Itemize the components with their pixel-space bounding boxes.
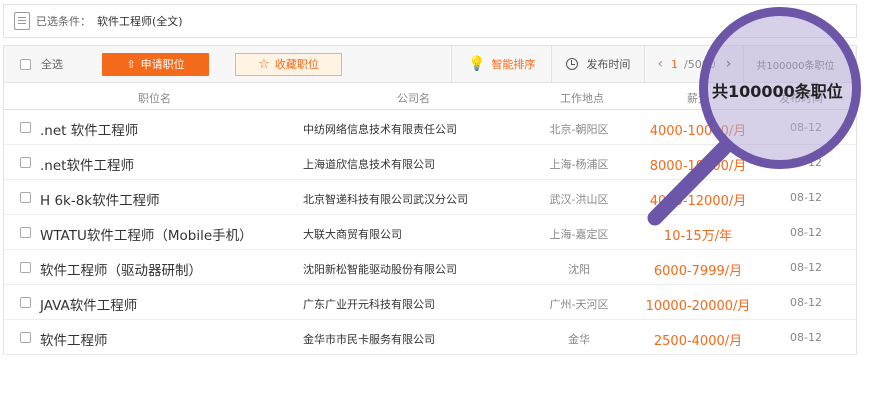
table-row: 软件工程师 金华市市民卡服务有限公司 金华 2500-4000/月 08-12 (3, 320, 857, 355)
column-salary: 薪资 (687, 92, 709, 105)
job-title-link[interactable]: .net软件工程师 (40, 154, 134, 174)
favorite-button[interactable]: ☆ 收藏职位 (235, 52, 342, 76)
chevron-right-icon[interactable]: › (726, 56, 732, 72)
filter-label: 已选条件： (36, 15, 91, 28)
column-header: 职位名 公司名 工作地点 薪资 发布时间 (3, 83, 857, 110)
job-location: 广州-天河区 (549, 298, 609, 311)
chevron-left-icon[interactable]: ‹ (657, 56, 663, 72)
column-location: 工作地点 (560, 92, 604, 105)
job-location: 上海-嘉定区 (549, 228, 609, 241)
job-salary: 2500-4000/月 (653, 334, 743, 349)
job-title-link[interactable]: .net 软件工程师 (40, 119, 138, 139)
job-date: 08-12 (790, 226, 822, 239)
company-link[interactable]: 沈阳新松智能驱动股份有限公司 (303, 261, 457, 277)
smart-sort-label: 智能排序 (491, 58, 536, 71)
star-icon: ☆ (258, 56, 270, 72)
job-date: 08-12 (790, 261, 822, 274)
job-location: 北京-朝阳区 (549, 123, 609, 136)
column-date: 发布时间 (779, 92, 823, 105)
row-checkbox[interactable] (20, 227, 31, 238)
favorite-button-label: 收藏职位 (274, 58, 319, 71)
row-checkbox[interactable] (20, 157, 31, 168)
job-title-link[interactable]: H 6k-8k软件工程师 (40, 189, 160, 209)
table-row: WTATU软件工程师（Mobile手机） 大联大商贸有限公司 上海-嘉定区 10… (3, 215, 857, 250)
job-salary: 4000-12000/月 (649, 194, 747, 209)
upload-icon: ⇧ (126, 57, 136, 71)
company-link[interactable]: 北京智递科技有限公司武汉分公司 (303, 191, 468, 207)
table-row: 软件工程师（驱动器研制） 沈阳新松智能驱动股份有限公司 沈阳 6000-7999… (3, 250, 857, 285)
row-checkbox[interactable] (20, 332, 31, 343)
apply-button-label: 申请职位 (140, 58, 185, 71)
filter-icon (14, 12, 30, 30)
publish-time-sort-button[interactable]: 发布时间 (551, 46, 644, 82)
job-date: 08-12 (790, 296, 822, 309)
job-location: 沈阳 (568, 263, 590, 276)
job-date: 08-12 (790, 156, 822, 169)
filter-bar: 已选条件： 软件工程师(全文) (3, 4, 857, 38)
company-link[interactable]: 上海道欣信息技术有限公司 (303, 156, 435, 172)
table-row: JAVA软件工程师 广东广业开元科技有限公司 广州-天河区 10000-2000… (3, 285, 857, 320)
company-link[interactable]: 大联大商贸有限公司 (303, 226, 402, 242)
select-all-checkbox[interactable] (20, 58, 31, 70)
smart-sort-button[interactable]: 💡 智能排序 (451, 46, 551, 82)
column-company: 公司名 (397, 92, 430, 105)
publish-time-label: 发布时间 (586, 58, 631, 71)
bulb-icon: 💡 (468, 56, 486, 72)
job-salary: 8000-10000/月 (649, 159, 747, 174)
table-row: .net软件工程师 上海道欣信息技术有限公司 上海-杨浦区 8000-10000… (3, 145, 857, 180)
row-checkbox[interactable] (20, 192, 31, 203)
job-title-link[interactable]: 软件工程师 (40, 329, 108, 349)
page-current: 1 (671, 57, 679, 71)
job-salary: 4000-10000/月 (649, 124, 747, 139)
company-link[interactable]: 中纺网络信息技术有限责任公司 (303, 121, 457, 137)
job-date: 08-12 (790, 121, 822, 134)
table-row: H 6k-8k软件工程师 北京智递科技有限公司武汉分公司 武汉-洪山区 4000… (3, 180, 857, 215)
job-title-link[interactable]: 软件工程师（驱动器研制） (40, 259, 202, 279)
toolbar: 全选 ⇧ 申请职位 ☆ 收藏职位 💡 智能排序 发布时间 ‹ 1 /5000 ›… (3, 45, 857, 83)
company-link[interactable]: 广东广业开元科技有限公司 (303, 296, 435, 312)
page-total: /5000 (684, 57, 716, 71)
job-title-link[interactable]: JAVA软件工程师 (40, 294, 137, 314)
job-title-link[interactable]: WTATU软件工程师（Mobile手机） (40, 224, 253, 244)
job-location: 金华 (568, 333, 590, 346)
filter-value[interactable]: 软件工程师(全文) (97, 13, 183, 29)
apply-button[interactable]: ⇧ 申请职位 (102, 52, 209, 76)
row-checkbox[interactable] (20, 297, 31, 308)
job-salary: 10000-20000/月 (645, 299, 751, 314)
select-all-label: 全选 (41, 58, 63, 71)
select-all[interactable]: 全选 (4, 56, 102, 72)
total-count: 共100000条职位 (743, 46, 835, 82)
company-link[interactable]: 金华市市民卡服务有限公司 (303, 331, 435, 347)
row-checkbox[interactable] (20, 262, 31, 273)
job-date: 08-12 (790, 191, 822, 204)
table-row: .net 软件工程师 中纺网络信息技术有限责任公司 北京-朝阳区 4000-10… (3, 110, 857, 145)
pager: ‹ 1 /5000 › (644, 46, 743, 82)
job-salary: 10-15万/年 (663, 229, 733, 244)
job-list: .net 软件工程师 中纺网络信息技术有限责任公司 北京-朝阳区 4000-10… (3, 110, 857, 355)
clock-icon (566, 58, 579, 70)
job-date: 08-12 (790, 331, 822, 344)
job-salary: 6000-7999/月 (653, 264, 743, 279)
job-location: 上海-杨浦区 (549, 158, 609, 171)
job-location: 武汉-洪山区 (549, 193, 609, 206)
column-title: 职位名 (138, 92, 171, 105)
row-checkbox[interactable] (20, 122, 31, 133)
